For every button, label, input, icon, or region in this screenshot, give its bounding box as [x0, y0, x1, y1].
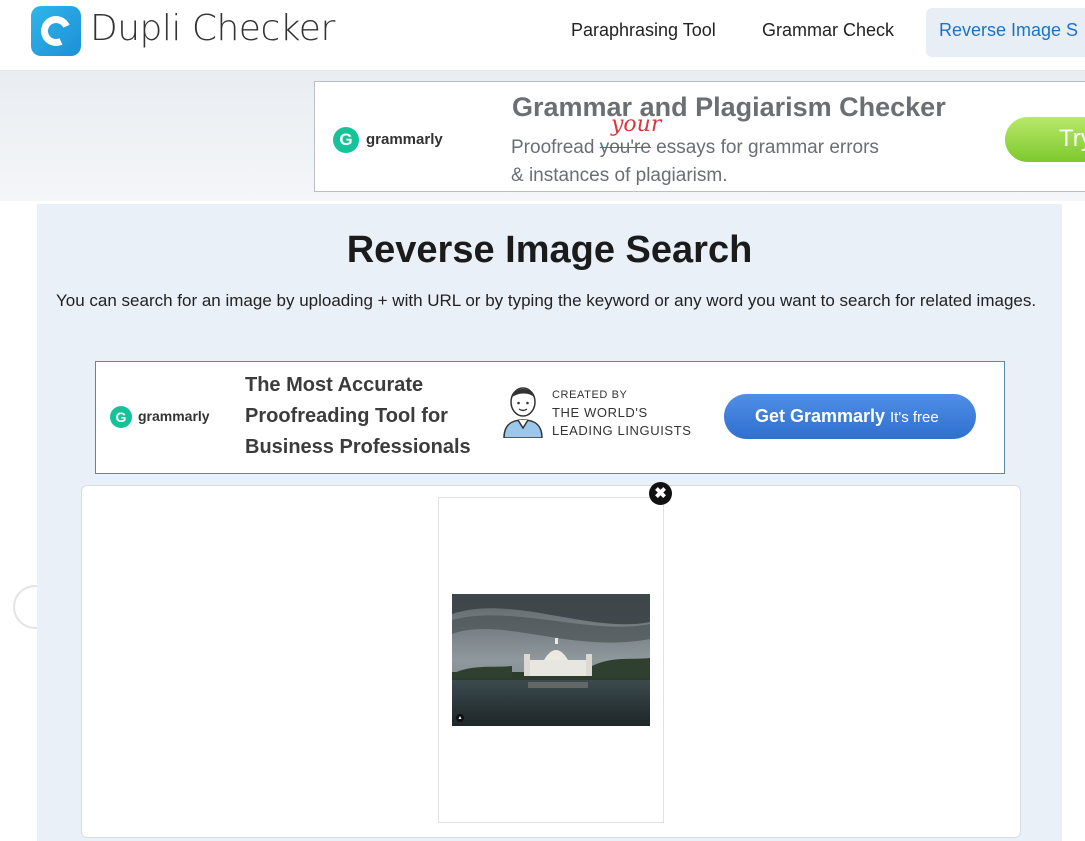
duplichecker-logo-icon[interactable]: [31, 6, 81, 56]
ad-struck-word: you're: [599, 137, 651, 158]
linguist-person-icon: [503, 387, 543, 438]
ad-copy: The Most Accurate Proofreading Tool for …: [245, 370, 471, 463]
logo-text[interactable]: Dupli Checker: [90, 8, 335, 49]
ad-created-by: CREATED BY THE WORLD'S LEADING LINGUISTS: [552, 386, 692, 440]
page-title: Reverse Image Search: [346, 229, 753, 271]
uploaded-image-thumbnail[interactable]: [452, 594, 650, 726]
created-line: THE WORLD'S: [552, 405, 648, 420]
page-description: You can search for an image by uploading…: [56, 291, 1037, 310]
nav-reverse-image-search[interactable]: Reverse Image S: [926, 8, 1085, 57]
nav-reverse-image-search-label: Reverse Image S: [939, 20, 1079, 40]
ad-headline: Grammar and Plagiarism Checker: [512, 92, 946, 122]
ad-copy-line: The Most Accurate: [245, 374, 424, 396]
ad-line2: & instances of plagiarism.: [511, 165, 728, 186]
ad-line1-suffix: essays for grammar errors: [650, 137, 879, 158]
nav-grammar-check[interactable]: Grammar Check: [762, 20, 894, 41]
nav-paraphrasing-tool[interactable]: Paraphrasing Tool: [571, 20, 716, 41]
get-grammarly-button[interactable]: Get Grammarly It's free: [724, 394, 976, 439]
image-upload-area[interactable]: ✖: [81, 482, 1021, 838]
grammarly-brand: grammarly: [366, 131, 443, 148]
ad-try-button[interactable]: Try: [1005, 117, 1085, 162]
ad-line1-prefix: Proofread: [511, 137, 600, 158]
grammarly-brand: grammarly: [138, 408, 210, 424]
ad-copy-line: Proofreading Tool for: [245, 405, 448, 427]
grammarly-logo-icon: G: [333, 127, 359, 153]
grammarly-ad-banner-mid[interactable]: G grammarly The Most Accurate Proofreadi…: [95, 361, 1005, 474]
created-line: CREATED BY: [552, 389, 628, 401]
its-free-label: It's free: [890, 409, 939, 426]
ad-subtext: Proofread you're essays for grammar erro…: [511, 134, 879, 190]
uploaded-image: [452, 594, 650, 726]
get-grammarly-label: Get Grammarly: [755, 406, 886, 426]
reverse-image-search-panel: Reverse Image Search You can search for …: [37, 204, 1062, 841]
grammarly-logo-icon: G: [110, 406, 132, 428]
grammarly-ad-banner-top[interactable]: G grammarly Grammar and Plagiarism Check…: [314, 81, 1085, 192]
ad-try-label: Try: [1059, 125, 1085, 152]
image-preview: [438, 497, 664, 823]
created-line: LEADING LINGUISTS: [552, 423, 692, 438]
top-navbar: Dupli Checker Paraphrasing Tool Grammar …: [0, 0, 1085, 71]
ad-copy-line: Business Professionals: [245, 436, 471, 458]
close-icon[interactable]: ✖: [649, 482, 672, 505]
